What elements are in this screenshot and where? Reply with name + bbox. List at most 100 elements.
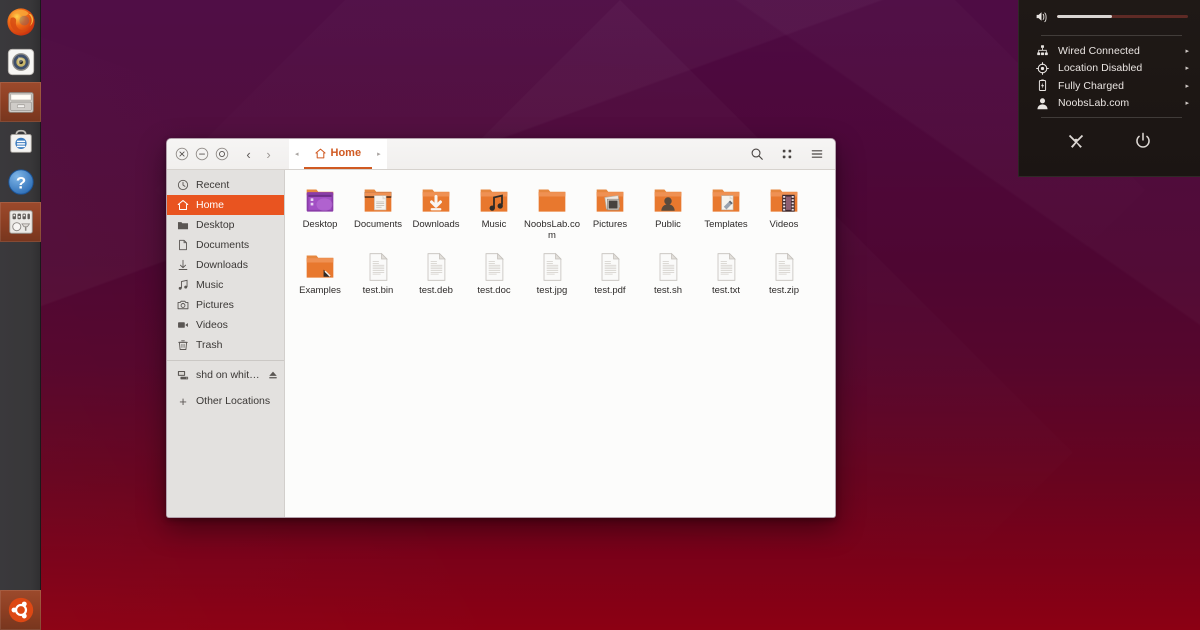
- sidebar-item-label: Desktop: [196, 219, 235, 231]
- folder-pictures-icon: [596, 189, 624, 212]
- sidebar-item-downloads[interactable]: Downloads: [167, 255, 284, 275]
- desktop[interactable]: ? Wired Connected ▸ Location Disabled ▸ …: [0, 0, 1200, 630]
- search-icon[interactable]: [750, 147, 764, 161]
- document-icon: [717, 252, 736, 281]
- forward-button[interactable]: ›: [260, 144, 277, 164]
- file-name: Music: [481, 219, 507, 230]
- menu-icon[interactable]: [810, 147, 824, 161]
- menu-item-battery[interactable]: Fully Charged ▸: [1019, 77, 1200, 95]
- launcher-item-system-settings[interactable]: [0, 202, 41, 242]
- volume-slider[interactable]: [1057, 14, 1188, 18]
- sidebar-item-desktop[interactable]: Desktop: [167, 215, 284, 235]
- file-name: test.jpg: [536, 284, 568, 296]
- file-item[interactable]: Videos: [755, 182, 813, 248]
- file-name: Examples: [299, 284, 341, 296]
- file-item[interactable]: Downloads: [407, 182, 465, 248]
- file-item[interactable]: test.zip: [755, 248, 813, 303]
- breadcrumb-label: Home: [330, 147, 362, 159]
- file-item[interactable]: Pictures: [581, 182, 639, 248]
- menu-item-label: Location Disabled: [1058, 62, 1143, 75]
- sidebar-item-label: Trash: [196, 339, 223, 351]
- file-item[interactable]: Desktop: [291, 182, 349, 248]
- breadcrumb-scroll-right-icon[interactable]: ▸: [374, 150, 384, 158]
- launcher-item-help[interactable]: ?: [0, 162, 41, 202]
- sidebar-item-music[interactable]: Music: [167, 275, 284, 295]
- power-icon[interactable]: [1134, 132, 1152, 150]
- settings-icon[interactable]: [1067, 132, 1085, 150]
- sidebar-item-other-locations[interactable]: + Other Locations: [167, 391, 284, 411]
- file-item[interactable]: Templates: [697, 182, 755, 248]
- volume-slider-row[interactable]: [1019, 2, 1200, 30]
- menu-item-network[interactable]: Wired Connected ▸: [1019, 42, 1200, 60]
- home-icon: [314, 148, 326, 158]
- sidebar-item-recent[interactable]: Recent: [167, 175, 284, 195]
- folder-documents-icon: [364, 189, 392, 212]
- back-button[interactable]: ‹: [240, 144, 257, 164]
- file-item[interactable]: Music: [465, 182, 523, 248]
- camera-icon: [177, 300, 189, 310]
- launcher-item-rhythmbox[interactable]: [0, 42, 41, 82]
- file-name: Public: [655, 219, 681, 230]
- maximize-button[interactable]: [215, 147, 229, 161]
- file-name: test.sh: [654, 284, 682, 296]
- launcher-item-software-center[interactable]: [0, 122, 41, 162]
- file-item[interactable]: test.bin: [349, 248, 407, 303]
- close-button[interactable]: [175, 147, 189, 161]
- folder-videos-icon: [770, 189, 798, 212]
- menu-item-location[interactable]: Location Disabled ▸: [1019, 60, 1200, 78]
- sidebar-item-videos[interactable]: Videos: [167, 315, 284, 335]
- sidebar-item-network-drive[interactable]: shd on whit3hat: [167, 365, 284, 385]
- launcher-item-files[interactable]: [0, 82, 41, 122]
- file-item[interactable]: test.pdf: [581, 248, 639, 303]
- document-icon: [775, 252, 794, 281]
- sidebar-item-home[interactable]: Home: [167, 195, 284, 215]
- folder-icon: [538, 189, 566, 212]
- window-headerbar: ‹ › ◂ Home ▸: [167, 139, 835, 170]
- unity-launcher[interactable]: ?: [0, 0, 41, 630]
- file-item[interactable]: test.doc: [465, 248, 523, 303]
- sidebar-item-pictures[interactable]: Pictures: [167, 295, 284, 315]
- breadcrumb-scroll-left-icon[interactable]: ◂: [292, 150, 302, 158]
- sidebar-item-label: Home: [196, 199, 225, 211]
- sidebar-item-label: Videos: [196, 319, 228, 331]
- sidebar-item-label: shd on whit3hat: [196, 369, 261, 381]
- file-item[interactable]: test.txt: [697, 248, 755, 303]
- file-name: Desktop: [302, 219, 338, 230]
- file-item[interactable]: test.deb: [407, 248, 465, 303]
- file-item[interactable]: Public: [639, 182, 697, 248]
- view-grid-icon[interactable]: [780, 147, 794, 161]
- launcher-item-trash[interactable]: [0, 590, 41, 630]
- user-icon: [1037, 98, 1048, 109]
- file-item[interactable]: Documents: [349, 182, 407, 248]
- sidebar[interactable]: Recent Home Desktop Documents Downloads …: [167, 170, 285, 517]
- sidebar-item-label: Music: [196, 279, 224, 291]
- file-name: Documents: [353, 219, 403, 230]
- file-item[interactable]: Examples: [291, 248, 349, 303]
- software-center-icon: [9, 129, 32, 153]
- sidebar-item-documents[interactable]: Documents: [167, 235, 284, 255]
- file-list-area[interactable]: Desktop Documents Downloads Music NoobsL…: [285, 170, 835, 517]
- breadcrumb: ◂ Home ▸: [289, 139, 387, 169]
- network-wired-icon: [1037, 45, 1048, 56]
- folder-desktop-icon: [306, 189, 334, 212]
- sidebar-item-trash[interactable]: Trash: [167, 335, 284, 355]
- file-item[interactable]: NoobsLab.com: [523, 182, 581, 248]
- system-indicator-menu[interactable]: Wired Connected ▸ Location Disabled ▸ Fu…: [1018, 0, 1200, 177]
- launcher-item-firefox[interactable]: [0, 2, 41, 42]
- document-icon: [601, 252, 620, 281]
- eject-icon[interactable]: [268, 370, 278, 380]
- file-name: test.txt: [712, 284, 740, 296]
- file-name: NoobsLab.com: [524, 219, 580, 241]
- download-icon: [178, 259, 188, 270]
- minimize-button[interactable]: [195, 147, 209, 161]
- menu-item-user[interactable]: NoobsLab.com ▸: [1019, 95, 1200, 113]
- sidebar-separator: [167, 360, 284, 361]
- file-name: test.bin: [362, 284, 394, 296]
- document-icon: [485, 252, 504, 281]
- file-manager-window[interactable]: ‹ › ◂ Home ▸ Recent Home Desktop Documen…: [166, 138, 836, 518]
- file-item[interactable]: test.sh: [639, 248, 697, 303]
- breadcrumb-item-home[interactable]: Home: [303, 139, 373, 169]
- sidebar-item-label: Documents: [196, 239, 250, 251]
- file-item[interactable]: test.jpg: [523, 248, 581, 303]
- folder-templates-icon: [712, 189, 740, 212]
